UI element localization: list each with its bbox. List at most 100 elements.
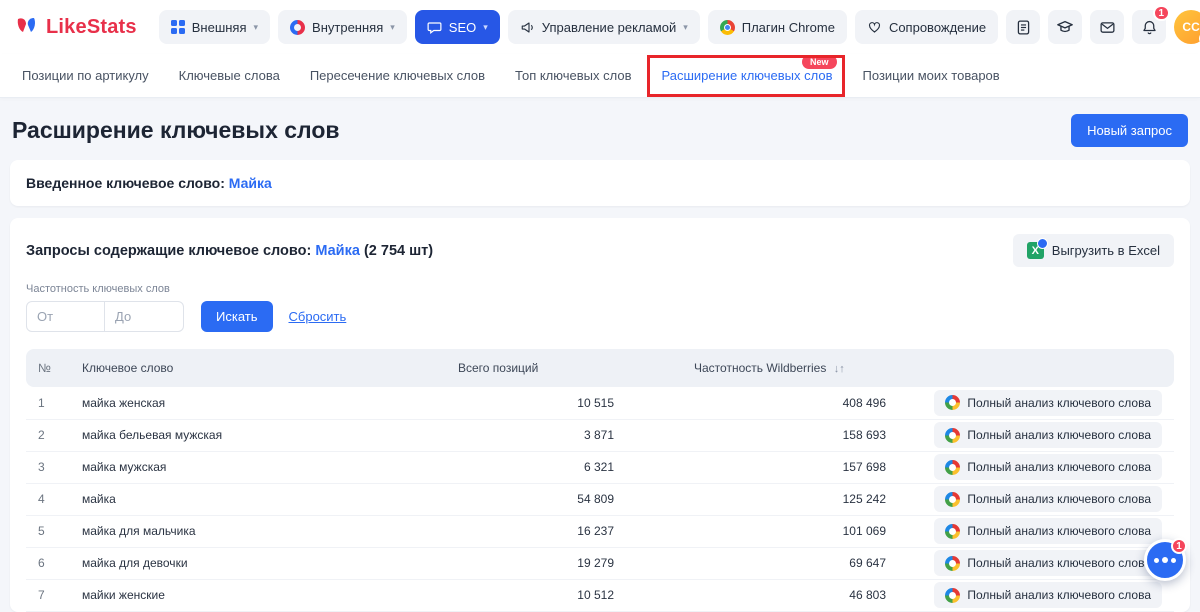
full-analysis-button[interactable]: Полный анализ ключевого слова xyxy=(934,422,1162,448)
reset-button[interactable]: Сбросить xyxy=(289,309,347,324)
chevron-down-icon: ▾ xyxy=(483,21,488,32)
messages-button[interactable] xyxy=(1090,10,1125,44)
full-analysis-button[interactable]: Полный анализ ключевого слова xyxy=(934,518,1162,544)
tab-keyword-intersection[interactable]: Пересечение ключевых слов xyxy=(310,68,485,83)
document-icon xyxy=(1017,19,1029,35)
tab-keywords[interactable]: Ключевые слова xyxy=(179,68,280,83)
full-analysis-button[interactable]: Полный анализ ключевого слова xyxy=(934,389,1162,416)
search-button[interactable]: Искать xyxy=(201,301,273,332)
table-row: 1 майка женская 10 515 408 496 Полный ан… xyxy=(26,387,1174,420)
row-keyword: майка для девочки xyxy=(70,547,428,580)
frequency-from-input[interactable] xyxy=(26,301,105,332)
header-frequency[interactable]: Частотность Wildberries ↓↑ xyxy=(628,349,896,387)
sort-icon[interactable]: ↓↑ xyxy=(834,363,845,375)
reports-button[interactable] xyxy=(1006,10,1041,44)
table-row: 2 майка бельевая мужская 3 871 158 693 П… xyxy=(26,419,1174,452)
full-analysis-button[interactable]: Полный анализ ключевого слова xyxy=(934,486,1162,512)
nav-seo-label: SEO xyxy=(448,19,477,35)
avatar[interactable]: CC ▾ xyxy=(1174,10,1200,45)
chat-bubble-icon xyxy=(427,21,442,34)
new-request-button[interactable]: Новый запрос xyxy=(1071,114,1188,147)
nav-ads-button[interactable]: Управление рекламой ▾ xyxy=(507,10,700,44)
full-analysis-label: Полный анализ ключевого слова xyxy=(967,556,1151,570)
new-badge: New xyxy=(802,55,837,69)
nav-support-label: Сопровождение xyxy=(888,19,987,35)
mail-icon xyxy=(1100,21,1115,33)
excel-icon: X xyxy=(1026,238,1048,259)
internal-analytics-icon xyxy=(290,19,306,35)
full-analysis-label: Полный анализ ключевого слова xyxy=(967,588,1151,602)
row-positions: 19 279 xyxy=(428,547,628,580)
chrome-icon xyxy=(719,19,735,35)
row-number: 4 xyxy=(26,483,70,516)
page-title: Расширение ключевых слов xyxy=(12,117,340,143)
seo-tabs: Позиции по артикулу Ключевые слова Перес… xyxy=(0,54,1200,97)
education-button[interactable] xyxy=(1048,10,1083,44)
table-header-row: № Ключевое слово Всего позиций Частотнос… xyxy=(26,349,1174,387)
row-keyword: майка для мальчика xyxy=(70,515,428,548)
results-card: Запросы содержащие ключевое слово: Майка… xyxy=(10,218,1190,612)
table-row: 7 майки женские 10 512 46 803 Полный ана… xyxy=(26,579,1174,612)
analysis-pie-icon xyxy=(945,395,961,411)
topbar-actions: 1 CC ▾ xyxy=(1006,5,1200,45)
nav-support-button[interactable]: Сопровождение xyxy=(854,10,999,44)
chat-dot-icon xyxy=(1171,557,1176,563)
chevron-down-icon: ▾ xyxy=(683,21,688,32)
row-keyword: майки женские xyxy=(70,579,428,612)
nav-external-button[interactable]: Внешняя ▾ xyxy=(158,10,271,44)
grid-icon xyxy=(170,20,185,34)
hand-heart-icon xyxy=(868,21,880,33)
header-frequency-label: Частотность Wildberries xyxy=(694,361,827,375)
row-frequency: 157 698 xyxy=(628,451,896,484)
support-chat-button[interactable]: 1 xyxy=(1144,538,1187,581)
row-positions: 10 512 xyxy=(428,579,628,612)
tab-positions-by-article[interactable]: Позиции по артикулу xyxy=(22,68,149,83)
nav-chrome-label: Плагин Chrome xyxy=(741,19,835,35)
full-analysis-label: Полный анализ ключевого слова xyxy=(967,460,1151,474)
nav-internal-button[interactable]: Внутренняя ▾ xyxy=(278,10,407,44)
table-row: 4 майка 54 809 125 242 Полный анализ клю… xyxy=(26,483,1174,516)
row-frequency: 408 496 xyxy=(628,387,896,420)
full-analysis-label: Полный анализ ключевого слова xyxy=(967,492,1151,506)
row-positions: 54 809 xyxy=(428,483,628,516)
likestats-logo[interactable]: LikeStats xyxy=(14,15,137,39)
row-number: 6 xyxy=(26,547,70,580)
tab-top-keywords[interactable]: Топ ключевых слов xyxy=(515,68,631,83)
header-number: № xyxy=(26,349,70,387)
full-analysis-button[interactable]: Полный анализ ключевого слова xyxy=(934,550,1162,576)
row-number: 1 xyxy=(26,387,70,420)
entered-keyword-value[interactable]: Майка xyxy=(229,175,272,191)
row-frequency: 125 242 xyxy=(628,483,896,516)
row-frequency: 158 693 xyxy=(628,419,896,452)
analysis-pie-icon xyxy=(945,587,961,603)
main-content: Расширение ключевых слов Новый запрос Вв… xyxy=(0,97,1200,612)
frequency-filter-label: Частотность ключевых слов xyxy=(26,283,170,295)
results-keyword[interactable]: Майка xyxy=(315,243,360,259)
table-row: 6 майка для девочки 19 279 69 647 Полный… xyxy=(26,547,1174,580)
results-count: (2 754 шт) xyxy=(363,242,434,259)
full-analysis-button[interactable]: Полный анализ ключевого слова xyxy=(934,582,1162,608)
row-keyword: майка бельевая мужская xyxy=(70,419,428,452)
row-number: 7 xyxy=(26,579,70,612)
results-heading: Запросы содержащие ключевое слово: Майка… xyxy=(26,243,433,259)
table-row: 5 майка для мальчика 16 237 101 069 Полн… xyxy=(26,515,1174,548)
graduation-cap-icon xyxy=(1057,20,1073,33)
analysis-pie-icon xyxy=(945,555,961,571)
row-positions: 10 515 xyxy=(428,387,628,420)
row-frequency: 101 069 xyxy=(628,515,896,548)
full-analysis-button[interactable]: Полный анализ ключевого слова xyxy=(934,454,1162,480)
nav-internal-label: Внутренняя xyxy=(312,19,384,35)
likestats-logo-icon xyxy=(17,18,35,32)
nav-seo-button[interactable]: SEO ▾ xyxy=(414,10,500,44)
row-frequency: 69 647 xyxy=(628,547,896,580)
export-excel-label: Выгрузить в Excel xyxy=(1051,243,1160,258)
frequency-to-input[interactable] xyxy=(105,301,184,332)
full-analysis-label: Полный анализ ключевого слова xyxy=(967,428,1151,442)
tab-keyword-expansion[interactable]: Расширение ключевых слов New xyxy=(647,55,845,97)
nav-chrome-plugin-button[interactable]: Плагин Chrome xyxy=(707,10,847,44)
notifications-button[interactable]: 1 xyxy=(1132,5,1171,44)
full-analysis-label: Полный анализ ключевого слова xyxy=(967,524,1151,538)
analysis-pie-icon xyxy=(945,523,961,539)
export-excel-button[interactable]: X Выгрузить в Excel xyxy=(1012,234,1174,267)
tab-my-products-positions[interactable]: Позиции моих товаров xyxy=(863,68,1000,83)
